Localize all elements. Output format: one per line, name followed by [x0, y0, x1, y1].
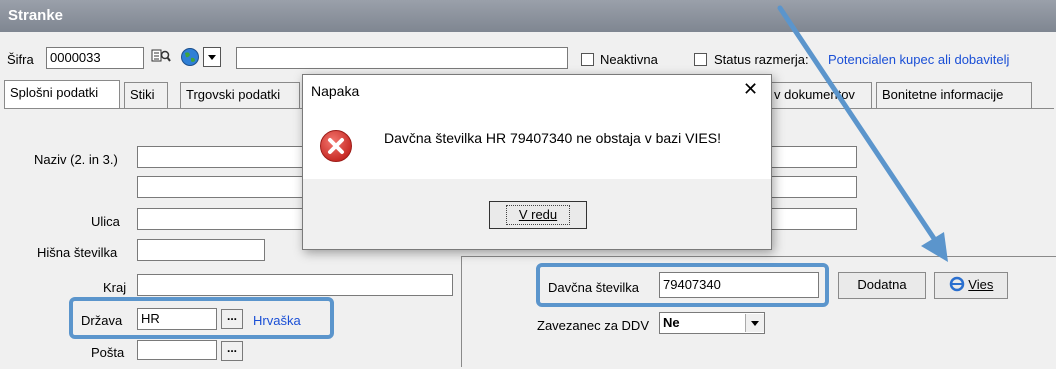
annotation-arrow: [777, 5, 948, 262]
